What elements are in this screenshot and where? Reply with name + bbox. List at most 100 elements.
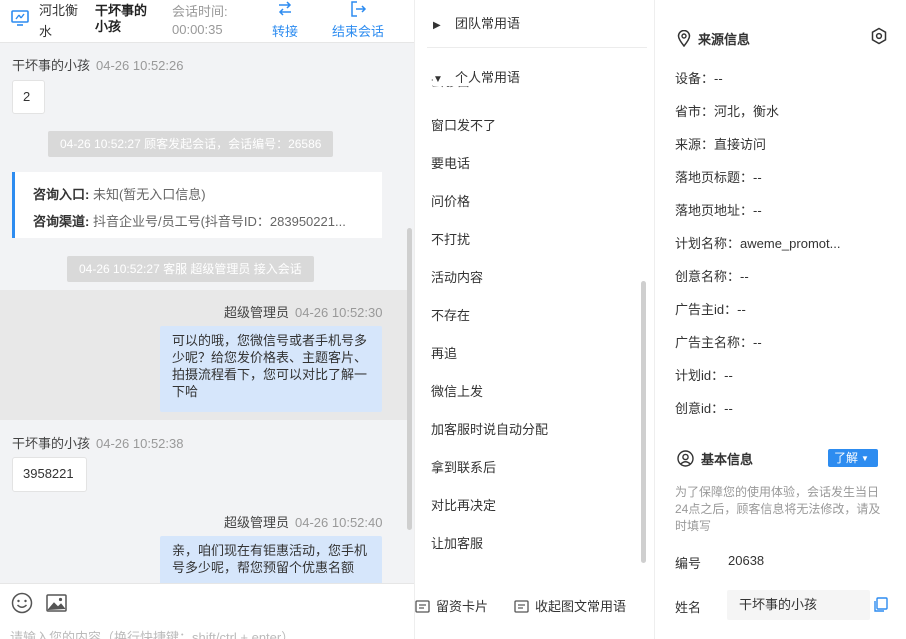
personal-phrases-group[interactable]: ▼ 个人常用语 bbox=[433, 67, 633, 86]
source-field-landing-title: 落地页标题：-- bbox=[675, 167, 905, 186]
source-info-label: 来源信息 bbox=[698, 32, 751, 47]
phrase-scrollbar[interactable] bbox=[641, 281, 646, 563]
message-input[interactable] bbox=[10, 630, 405, 639]
caret-down-icon: ▼ bbox=[433, 74, 443, 85]
caret-right-icon: ▶ bbox=[433, 20, 441, 31]
field-label: 创意名称： bbox=[675, 269, 741, 284]
transfer-label: 转接 bbox=[271, 24, 298, 39]
message-time: 04-26 10:52:38 bbox=[96, 436, 184, 451]
settings-icon[interactable] bbox=[870, 27, 888, 45]
session-time-value: 00:00:35 bbox=[172, 22, 223, 37]
phrase-item[interactable]: 要电话 bbox=[431, 153, 470, 172]
source-field-device: 设备：-- bbox=[675, 68, 905, 87]
inquiry-info-card: 咨询入口: 未知(暂无入口信息) 咨询渠道: 抖音企业号/员工号(抖音号ID：2… bbox=[12, 172, 382, 238]
source-field-advertiser-id: 广告主id：-- bbox=[675, 299, 905, 318]
phrase-item[interactable]: 加客服时说自动分配 bbox=[431, 419, 548, 438]
source-field-creative-name: 创意名称：-- bbox=[675, 266, 905, 285]
sender-name: 干坏事的小孩 bbox=[12, 58, 91, 73]
copy-icon[interactable] bbox=[873, 597, 888, 612]
lead-card-button[interactable]: 留资卡片 bbox=[415, 596, 488, 615]
learn-more-label: 了解 bbox=[834, 451, 859, 465]
phrase-item[interactable]: 再追 bbox=[431, 343, 457, 362]
source-field-plan-id: 计划id：-- bbox=[675, 365, 905, 384]
inquiry-channel-label: 咨询渠道: bbox=[33, 214, 90, 229]
field-label: 广告主id： bbox=[675, 302, 738, 317]
basic-info-note: 为了保障您的使用体验，会话发生当日24点之后，顾客信息将无法修改，请及时填写 bbox=[675, 485, 881, 533]
inquiry-entry-value: 未知(暂无入口信息) bbox=[92, 187, 206, 202]
field-value: aweme_promot... bbox=[740, 236, 841, 251]
phrase-item[interactable]: 微信上发 bbox=[431, 381, 483, 400]
location-pin-icon bbox=[677, 29, 691, 48]
end-session-button[interactable]: 结束会话 bbox=[327, 0, 389, 40]
field-value: -- bbox=[753, 335, 762, 350]
source-field-advertiser-name: 广告主名称：-- bbox=[675, 332, 905, 351]
field-label: 广告主名称： bbox=[675, 335, 754, 350]
sender-name: 超级管理员 bbox=[224, 515, 290, 530]
customer-location: 河北衡水 bbox=[39, 3, 79, 39]
field-label: 落地页标题： bbox=[675, 170, 754, 185]
personal-phrases-label: 个人常用语 bbox=[455, 70, 521, 85]
phrase-item[interactable]: 让加客服 bbox=[431, 533, 483, 552]
field-value: -- bbox=[740, 269, 749, 284]
transfer-icon bbox=[278, 1, 292, 16]
field-label: 落地页地址： bbox=[675, 203, 754, 218]
message-sender: 超级管理员 04-26 10:52:30 bbox=[224, 302, 382, 321]
field-value: -- bbox=[753, 170, 762, 185]
field-label: 来源： bbox=[675, 137, 715, 152]
inquiry-entry-row: 咨询入口: 未知(暂无入口信息) bbox=[33, 181, 378, 208]
collapse-phrases-button[interactable]: 收起图文常用语 bbox=[514, 596, 626, 615]
transfer-button[interactable]: 转接 bbox=[268, 0, 302, 40]
image-icon[interactable] bbox=[46, 594, 67, 612]
field-value: -- bbox=[714, 71, 723, 86]
id-label: 编号 bbox=[675, 556, 702, 571]
source-field-landing-url: 落地页地址：-- bbox=[675, 200, 905, 219]
field-label: 创意id： bbox=[675, 401, 725, 416]
collapse-phrases-label: 收起图文常用语 bbox=[535, 599, 627, 614]
name-field[interactable]: 干坏事的小孩 bbox=[727, 590, 870, 620]
agent-message: 可以的哦，您微信号或者手机号多少呢？给您发价格表、主题客片、拍摄流程看下，您可以… bbox=[160, 326, 382, 412]
phrase-item[interactable]: 拿到联系后 bbox=[431, 457, 496, 476]
user-circle-icon bbox=[677, 450, 694, 467]
inquiry-channel-row: 咨询渠道: 抖音企业号/员工号(抖音号ID：283950221... bbox=[33, 208, 378, 235]
system-message: 04-26 10:52:27 顾客发起会话，会话编号：26586 bbox=[48, 131, 334, 157]
caret-down-icon: ▼ bbox=[861, 454, 869, 463]
phrase-item[interactable]: 不打扰 bbox=[431, 229, 470, 248]
divider bbox=[427, 47, 647, 48]
field-label: 计划名称： bbox=[675, 236, 741, 251]
field-label: 设备： bbox=[675, 71, 715, 86]
name-label: 姓名 bbox=[675, 600, 702, 615]
message-sender: 干坏事的小孩 04-26 10:52:38 bbox=[12, 433, 183, 452]
learn-more-dropdown[interactable]: 了解 ▼ bbox=[828, 449, 878, 467]
system-message: 04-26 10:52:27 客服 超级管理员 接入会话 bbox=[67, 256, 314, 282]
message-time: 04-26 10:52:26 bbox=[96, 58, 184, 73]
chat-scrollbar[interactable] bbox=[407, 228, 412, 530]
phrase-item[interactable]: 问价格 bbox=[431, 191, 470, 210]
field-value: -- bbox=[753, 203, 762, 218]
customer-message: 3958221 bbox=[12, 457, 87, 492]
message-composer bbox=[0, 583, 414, 639]
phrase-item[interactable]: 窗口发不了 bbox=[431, 115, 496, 134]
source-field-plan-name: 计划名称：aweme_promot... bbox=[675, 233, 905, 252]
source-info-title: 来源信息 bbox=[677, 29, 750, 48]
chat-header: 河北衡水 干坏事的小孩 会话时间: 00:00:35 转接 结束会话 bbox=[0, 0, 414, 43]
emoji-icon[interactable] bbox=[11, 592, 33, 614]
field-value: -- bbox=[724, 368, 733, 383]
sender-name: 干坏事的小孩 bbox=[12, 436, 91, 451]
id-value: 20638 bbox=[728, 553, 765, 568]
phrase-item[interactable]: 活动内容 bbox=[431, 267, 483, 286]
phrase-item[interactable]: 对比再决定 bbox=[431, 495, 496, 514]
quick-phrases-panel: ▶团队常用语 云够吕 ▼个人常用语 窗口发不了 要电话 问价格 不打扰 活动内容… bbox=[414, 0, 654, 639]
message-sender: 干坏事的小孩 04-26 10:52:26 bbox=[12, 55, 183, 74]
field-value: 直接访问 bbox=[714, 137, 767, 152]
session-time-label: 会话时间: bbox=[172, 4, 228, 19]
field-label: 省市： bbox=[675, 104, 715, 119]
field-label: 计划id： bbox=[675, 368, 725, 383]
agent-message: 亲，咱们现在有钜惠活动，您手机号多少呢，帮您预留个优惠名额 bbox=[160, 536, 382, 588]
team-phrases-group[interactable]: ▶ 团队常用语 bbox=[433, 13, 520, 32]
customer-message: 2 bbox=[12, 80, 45, 114]
message-time: 04-26 10:52:30 bbox=[295, 305, 383, 320]
sender-name: 超级管理员 bbox=[224, 305, 290, 320]
source-field-city: 省市：河北，衡水 bbox=[675, 101, 905, 120]
field-value: -- bbox=[724, 401, 733, 416]
phrase-item[interactable]: 不存在 bbox=[431, 305, 470, 324]
